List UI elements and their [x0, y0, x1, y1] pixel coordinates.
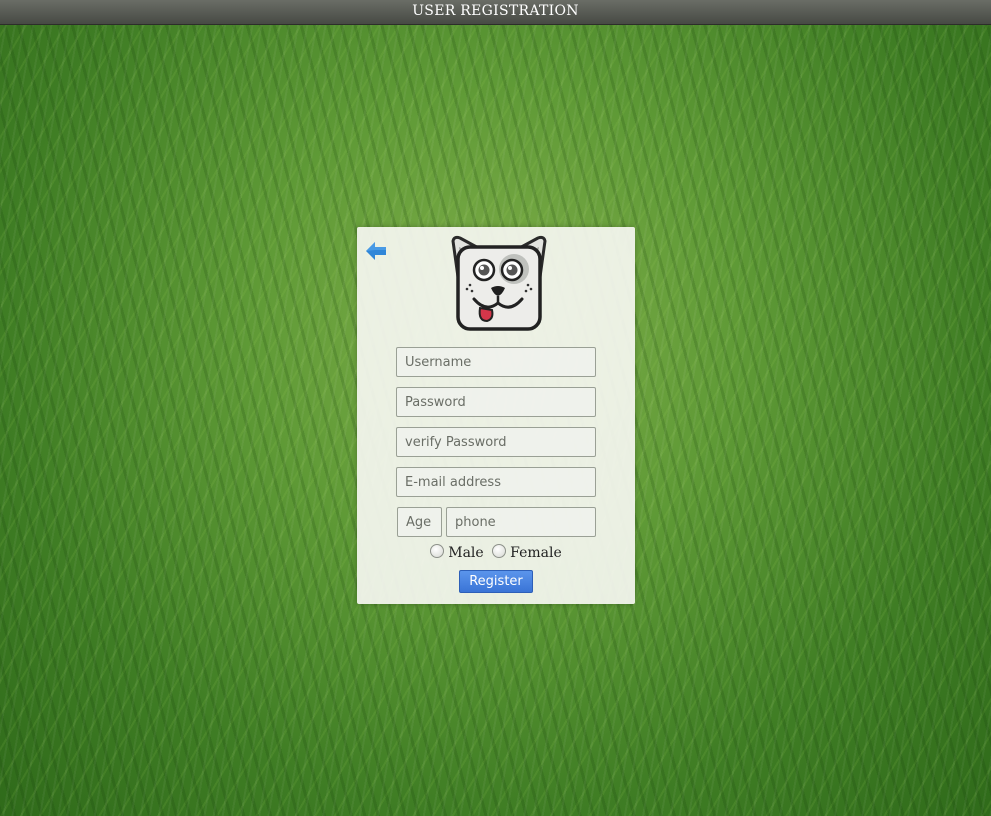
male-label: Male: [448, 545, 484, 561]
title-bar: USER REGISTRATION: [0, 0, 991, 25]
dog-logo-icon: [451, 235, 547, 331]
verify-password-input[interactable]: [396, 427, 596, 457]
window-title: USER REGISTRATION: [412, 3, 579, 19]
register-button[interactable]: Register: [459, 570, 533, 593]
email-input[interactable]: [396, 467, 596, 497]
gender-options: Male Female: [357, 544, 635, 564]
username-input[interactable]: [396, 347, 596, 377]
gender-option-male[interactable]: Male: [430, 544, 484, 561]
female-radio[interactable]: [492, 544, 507, 558]
gender-option-female[interactable]: Female: [492, 544, 562, 561]
phone-input[interactable]: [446, 507, 596, 537]
back-arrow-icon[interactable]: [364, 239, 388, 263]
age-input[interactable]: [397, 507, 442, 537]
male-radio[interactable]: [430, 544, 445, 558]
female-label: Female: [510, 545, 562, 561]
registration-card: Male Female Register: [357, 227, 635, 604]
password-input[interactable]: [396, 387, 596, 417]
